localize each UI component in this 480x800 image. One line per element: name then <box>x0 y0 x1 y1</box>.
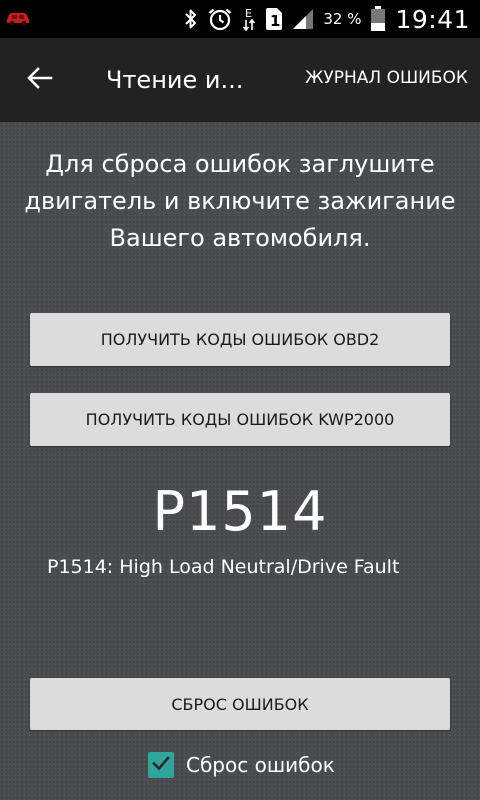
signal-icon <box>292 8 314 30</box>
error-description: P1514: High Load Neutral/Drive Fault <box>47 556 400 578</box>
get-kwp2000-codes-button[interactable]: ПОЛУЧИТЬ КОДЫ ОШИБОК KWP2000 <box>30 393 450 446</box>
data-e-icon: E <box>242 6 256 32</box>
arrow-back-icon <box>27 67 53 93</box>
reset-errors-checkbox-row[interactable]: Сброс ошибок <box>148 750 335 780</box>
bluetooth-icon <box>184 8 198 30</box>
alarm-icon <box>207 7 233 31</box>
reset-errors-checkbox-label: Сброс ошибок <box>186 753 335 777</box>
error-code: P1514 <box>152 480 328 543</box>
car-icon <box>5 10 31 26</box>
reset-errors-checkbox[interactable] <box>148 752 174 778</box>
screen-title: Чтение и... <box>106 66 244 94</box>
get-obd2-codes-button[interactable]: ПОЛУЧИТЬ КОДЫ ОШИБОК OBD2 <box>30 313 450 366</box>
back-button[interactable] <box>20 60 60 100</box>
error-journal-button[interactable]: ЖУРНАЛ ОШИБОК <box>305 68 468 88</box>
instruction-text: Для сброса ошибок заглушите двигатель и … <box>24 150 456 252</box>
reset-errors-button[interactable]: СБРОС ОШИБОК <box>30 678 450 730</box>
status-bar: E 1 32 % 19:41 <box>0 0 480 38</box>
battery-icon <box>370 6 386 32</box>
checkmark-icon <box>151 753 171 777</box>
action-bar: Чтение и... ЖУРНАЛ ОШИБОК <box>0 38 480 122</box>
svg-text:E: E <box>245 7 252 20</box>
reset-errors-label: СБРОС ОШИБОК <box>171 694 309 714</box>
get-obd2-codes-label: ПОЛУЧИТЬ КОДЫ ОШИБОК OBD2 <box>100 330 380 349</box>
svg-text:1: 1 <box>270 12 280 30</box>
get-kwp2000-codes-label: ПОЛУЧИТЬ КОДЫ ОШИБОК KWP2000 <box>85 410 395 429</box>
clock-time: 19:41 <box>395 4 470 34</box>
sim-1-icon: 1 <box>265 7 283 31</box>
battery-percent: 32 % <box>323 10 362 28</box>
